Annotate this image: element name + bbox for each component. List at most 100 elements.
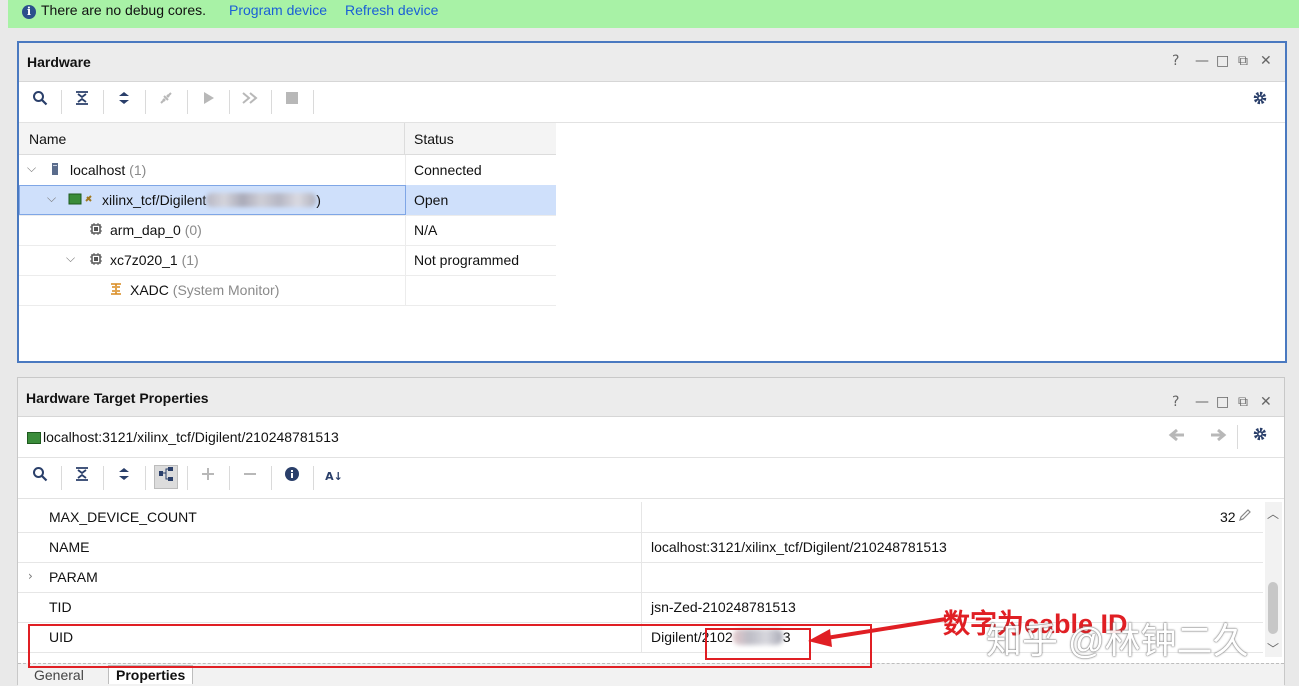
tree-row-xc7z020[interactable]: ⌵ xc7z020_1 (1) Not programmed xyxy=(19,245,556,276)
properties-scrollbar[interactable]: ︿ ﹀ xyxy=(1265,502,1282,657)
tree-row-localhost[interactable]: ⌵ localhost (1) Connected xyxy=(19,155,556,186)
tree-status: Open xyxy=(414,192,449,208)
tree-name-cell: ⌵ xc7z020_1 (1) xyxy=(19,245,406,275)
close-icon[interactable]: ✕ xyxy=(1260,394,1272,410)
search-icon[interactable] xyxy=(29,90,51,112)
property-value[interactable]: jsn-Zed-210248781513 xyxy=(651,599,796,615)
hardware-panel-title: Hardware xyxy=(27,54,91,70)
stop-icon[interactable] xyxy=(281,90,303,112)
collapse-all-icon[interactable] xyxy=(71,466,93,488)
tree-label: xilinx_tcf/Digilent) xyxy=(102,192,321,208)
toolbar-separator xyxy=(313,90,314,114)
tab-general[interactable]: General xyxy=(34,667,84,683)
toolbar-separator xyxy=(187,466,188,490)
board-icon xyxy=(27,432,41,444)
properties-panel-header: Hardware Target Properties ? — □ ⧉ ✕ xyxy=(18,378,1284,417)
xadc-icon xyxy=(109,282,123,300)
tree-row-arm-dap[interactable]: arm_dap_0 (0) N/A xyxy=(19,215,556,246)
gear-icon[interactable] xyxy=(1249,90,1271,112)
float-icon[interactable]: ⧉ xyxy=(1238,53,1248,69)
toolbar-separator xyxy=(229,466,230,490)
column-status[interactable]: Status xyxy=(414,131,454,147)
sort-az-icon[interactable]: A↓ xyxy=(323,466,345,488)
column-name[interactable]: Name xyxy=(29,131,66,147)
property-key-cell: MAX_DEVICE_COUNT xyxy=(18,502,642,532)
tree-label: XADC (System Monitor) xyxy=(130,282,280,298)
pencil-icon[interactable] xyxy=(1238,508,1252,525)
remove-icon[interactable] xyxy=(239,466,261,488)
maximize-icon[interactable]: □ xyxy=(1216,394,1229,410)
property-key: PARAM xyxy=(49,569,98,585)
toolbar-separator xyxy=(145,90,146,114)
chevron-down-icon[interactable]: ⌵ xyxy=(66,251,75,266)
program-device-link[interactable]: Program device xyxy=(229,2,327,18)
scrollbar-thumb[interactable] xyxy=(1268,582,1278,634)
watermark: 知乎 @林钟二久 xyxy=(986,620,1249,661)
property-key: MAX_DEVICE_COUNT xyxy=(49,509,197,525)
tree-header: Name Status xyxy=(19,123,556,155)
property-value[interactable]: localhost:3121/xilinx_tcf/Digilent/21024… xyxy=(651,539,947,555)
chevron-down-icon[interactable]: ⌵ xyxy=(47,191,56,206)
toolbar-separator xyxy=(271,466,272,490)
tree-row-target[interactable]: ⌵ xilinx_tcf/Digilent) Open xyxy=(19,185,556,216)
tree-status: N/A xyxy=(414,222,438,238)
annotation-arrow xyxy=(808,617,947,647)
run-icon[interactable] xyxy=(197,90,219,112)
tree-label: xc7z020_1 (1) xyxy=(110,252,199,268)
chip-icon xyxy=(89,252,103,270)
property-value[interactable]: 32 xyxy=(1220,509,1236,525)
toolbar-separator xyxy=(103,90,104,114)
chevron-down-icon[interactable]: ⌵ xyxy=(27,161,36,176)
expand-all-icon[interactable] xyxy=(113,466,135,488)
toolbar-separator xyxy=(229,90,230,114)
properties-panel-title: Hardware Target Properties xyxy=(26,390,209,406)
redacted-serial xyxy=(206,193,317,207)
info-icon: i xyxy=(22,5,36,19)
help-icon[interactable]: ? xyxy=(1172,53,1179,69)
toolbar-separator xyxy=(271,90,272,114)
help-icon[interactable]: ? xyxy=(1172,394,1179,410)
property-row[interactable]: › PARAM xyxy=(18,562,1263,593)
tree-row-xadc[interactable]: XADC (System Monitor) xyxy=(19,275,556,306)
float-icon[interactable]: ⧉ xyxy=(1238,394,1248,410)
property-key-cell: › PARAM xyxy=(18,562,642,592)
property-row[interactable]: NAME localhost:3121/xilinx_tcf/Digilent/… xyxy=(18,532,1263,563)
minimize-icon[interactable]: — xyxy=(1195,394,1209,410)
object-path: localhost:3121/xilinx_tcf/Digilent/21024… xyxy=(43,429,339,445)
auto-connect-icon[interactable] xyxy=(155,90,177,112)
close-icon[interactable]: ✕ xyxy=(1260,53,1272,69)
refresh-device-link[interactable]: Refresh device xyxy=(345,2,438,18)
property-key: TID xyxy=(49,599,72,615)
tree-label: localhost (1) xyxy=(70,162,147,178)
expand-all-icon[interactable] xyxy=(113,90,135,112)
collapse-all-icon[interactable] xyxy=(71,90,93,112)
scroll-up-icon[interactable]: ︿ xyxy=(1267,505,1279,522)
run-all-icon[interactable] xyxy=(239,90,261,112)
chevron-right-icon[interactable]: › xyxy=(28,569,33,583)
toolbar-separator xyxy=(187,90,188,114)
property-row[interactable]: MAX_DEVICE_COUNT 32 xyxy=(18,502,1263,533)
toolbar-separator xyxy=(1237,425,1238,449)
gear-icon[interactable] xyxy=(1249,426,1271,448)
maximize-icon[interactable]: □ xyxy=(1216,53,1229,69)
server-icon xyxy=(50,162,60,180)
uid-value-highlight-box xyxy=(705,628,811,660)
toolbar-separator xyxy=(61,90,62,114)
search-icon[interactable] xyxy=(29,466,51,488)
scroll-down-icon[interactable]: ﹀ xyxy=(1267,640,1279,657)
add-icon[interactable] xyxy=(197,466,219,488)
banner-message: There are no debug cores. xyxy=(41,2,206,18)
tree-status: Connected xyxy=(414,162,482,178)
back-arrow-icon[interactable] xyxy=(1166,426,1188,448)
toolbar-separator xyxy=(61,466,62,490)
forward-arrow-icon[interactable] xyxy=(1207,426,1229,448)
column-divider[interactable] xyxy=(404,123,405,154)
info-icon[interactable] xyxy=(281,466,303,488)
tree-label: arm_dap_0 (0) xyxy=(110,222,202,238)
toolbar-separator xyxy=(313,466,314,490)
minimize-icon[interactable]: — xyxy=(1195,53,1209,69)
hardware-panel: Hardware ? — □ ⧉ ✕ Name Status ⌵ localho… xyxy=(17,41,1287,363)
chip-icon xyxy=(89,222,103,240)
group-by-category-icon[interactable] xyxy=(154,465,178,489)
tree-status: Not programmed xyxy=(414,252,520,268)
